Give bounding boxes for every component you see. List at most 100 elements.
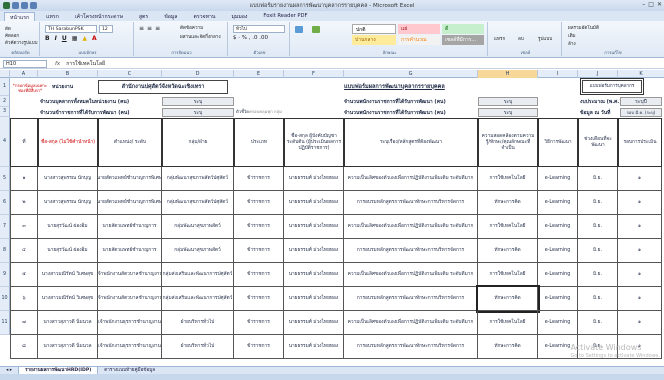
table-cell-method[interactable]: e-Learning — [538, 311, 578, 335]
conditional-format-icon[interactable] — [295, 26, 303, 33]
col-header-d[interactable]: D — [162, 70, 234, 78]
table-cell-round[interactable]: ๑ — [618, 191, 662, 215]
table-cell-group[interactable]: ฝ่ายบริหารทั่วไป — [162, 311, 234, 335]
table-cell-pos[interactable]: นายสัตวแพทย์ชำนาญการ — [98, 215, 162, 239]
table-cell-round[interactable]: ๑ — [618, 287, 662, 311]
style-check-cell[interactable]: เซลล์ที่มีการ... — [442, 35, 484, 45]
table-cell-no[interactable]: ๗ — [10, 311, 38, 335]
align-middle-icon[interactable]: ≡ — [147, 25, 152, 32]
table-cell-name[interactable]: นายสุรวัฒน์ ผ่องอิ่ม — [38, 239, 98, 263]
table-cell-boss[interactable]: นายธรรมศ์ ม่วงไทยทอง — [284, 287, 344, 311]
table-cell-method[interactable]: e-Learning — [538, 215, 578, 239]
table-cell-boss[interactable]: นายธรรมศ์ ม่วงไทยทอง — [284, 191, 344, 215]
bold-icon[interactable]: B — [45, 35, 50, 42]
table-cell-month[interactable]: มิ.ย. — [578, 287, 618, 311]
table-cell-method[interactable]: e-Learning — [538, 191, 578, 215]
col-header-g[interactable]: G — [344, 70, 478, 78]
fill-color-icon[interactable]: ▲ — [82, 35, 87, 42]
borders-icon[interactable]: ▦ — [72, 35, 78, 42]
budget-value[interactable]: ระบุปี — [620, 97, 662, 106]
table-cell-round[interactable]: ๑ — [618, 311, 662, 335]
table-cell-month[interactable]: มิ.ย. — [578, 215, 618, 239]
table-cell-fit[interactable]: ทักษะการคิด — [476, 285, 540, 313]
fill-value[interactable]: ระบุ — [478, 108, 538, 117]
table-cell-no[interactable]: ๔ — [10, 239, 38, 263]
table-cell-boss[interactable]: นายธรรมศ์ ม่วงไทยทอง — [284, 239, 344, 263]
table-cell-group[interactable]: กลุ่มพัฒนาสุขภาพสัตว์ — [162, 239, 234, 263]
table-cell-type[interactable]: ข้าราชการ — [234, 335, 284, 359]
font-name-box[interactable]: TH SarabunPSK — [45, 25, 97, 33]
table-cell-fit[interactable]: การใช้เทคโนโลยี — [478, 167, 538, 191]
row-header[interactable]: 8 — [0, 239, 10, 263]
table-cell-course[interactable]: ความเป็นเลิศของตัวเองเพื่อการปฏิบัติงานเ… — [344, 311, 478, 335]
table-cell-name[interactable]: นางสาวมณีรัตน์ วิเศษสุข — [38, 263, 98, 287]
table-cell-boss[interactable]: นายธรรมศ์ ม่วงไทยทอง — [284, 263, 344, 287]
copy-button[interactable]: คัดลอก — [5, 32, 19, 39]
style-calculation[interactable]: การคำนวณ — [398, 35, 440, 45]
table-cell-type[interactable]: ข้าราชการ — [234, 311, 284, 335]
col-header-k[interactable]: K — [618, 70, 664, 78]
col-header-c[interactable]: C — [98, 70, 162, 78]
table-cell-pos[interactable]: เจ้าพนักงานธุรการชำนาญงาน — [98, 335, 162, 359]
italic-icon[interactable]: I — [55, 35, 57, 42]
tab-home[interactable]: หน้าแรก — [4, 12, 36, 21]
align-bottom-icon[interactable]: ≡ — [155, 25, 160, 32]
agency-value[interactable]: สำนักงานปศุสัตว์จังหวัดฉะเชิงเทรา — [98, 80, 228, 94]
col-header-b[interactable]: B — [38, 70, 98, 78]
merge-center-button[interactable]: ผสานและจัดกึ่งกลาง — [180, 34, 221, 41]
table-cell-method[interactable]: e-Learning — [538, 263, 578, 287]
table-cell-pos[interactable]: นายสัตวแพทย์ชำนาญการพิเศษ — [98, 191, 162, 215]
font-size-box[interactable]: 12 — [99, 25, 113, 33]
autosum-button[interactable]: ผลรวมอัตโนมัติ — [568, 25, 599, 32]
formula-input[interactable]: การใช้เทคโนโลยี — [66, 60, 105, 68]
table-cell-course[interactable]: ความเป็นเลิศของตัวเองเพื่อการปฏิบัติงานเ… — [344, 167, 478, 191]
table-cell-course[interactable]: ความเป็นเลิศของตัวเองเพื่อการปฏิบัติงานเ… — [344, 263, 478, 287]
table-cell-pos[interactable]: เจ้าพนักงานธุรการชำนาญงาน — [98, 311, 162, 335]
maximize-button[interactable]: □ — [648, 1, 654, 8]
clear-button[interactable]: ล้าง — [568, 41, 576, 48]
table-cell-fit[interactable]: ทักษะการคิด — [478, 239, 538, 263]
table-cell-month[interactable]: มิ.ย. — [578, 191, 618, 215]
table-cell-round[interactable]: ๑ — [618, 263, 662, 287]
row-header[interactable]: 10 — [0, 287, 10, 311]
align-top-icon[interactable]: ≡ — [139, 25, 144, 32]
style-normal[interactable]: ปกติ — [352, 24, 396, 34]
table-cell-fit[interactable]: ทักษะการคิด — [478, 191, 538, 215]
fill-button[interactable]: เติม — [568, 33, 576, 40]
format-table-icon[interactable] — [312, 26, 320, 33]
table-cell-group[interactable]: กลุ่มพัฒนาสุขภาพสัตว์ — [162, 215, 234, 239]
table-cell-group[interactable]: กลุ่มพัฒนาสุขภาพสัตว์ปศุสัตว์ — [162, 191, 234, 215]
tab-foxit[interactable]: Foxit Reader PDF — [258, 12, 312, 21]
cut-button[interactable]: ตัด — [5, 25, 11, 32]
fx-icon[interactable]: fx — [55, 61, 60, 67]
table-cell-round[interactable]: ๑ — [618, 215, 662, 239]
table-cell-type[interactable]: ข้าราชการ — [234, 167, 284, 191]
table-cell-name[interactable]: นางสาวสุภาวดี นิ่มนวล — [38, 311, 98, 335]
table-cell-no[interactable]: ๖ — [10, 287, 38, 311]
row-header[interactable]: 5 — [0, 167, 10, 191]
wrap-text-button[interactable]: ตัดข้อความ — [180, 25, 203, 32]
table-cell-name[interactable]: นางสาวสุพรรณ นักบุญ — [38, 167, 98, 191]
table-cell-no[interactable]: ๘ — [10, 335, 38, 359]
table-cell-type[interactable]: ข้าราชการ — [234, 215, 284, 239]
table-cell-boss[interactable]: นายธรรมศ์ ม่วงไทยทอง — [284, 311, 344, 335]
tab-formulas[interactable]: สูตร — [134, 12, 153, 21]
table-cell-name[interactable]: นางสาวมณีรัตน์ วิเศษสุข — [38, 287, 98, 311]
total-persons-value[interactable]: ระบุ — [162, 108, 234, 117]
col-header-i[interactable]: I — [538, 70, 578, 78]
tab-page-layout[interactable]: เค้าโครงหน้ากระดาษ — [70, 12, 128, 21]
row-header[interactable]: 2 — [0, 96, 10, 107]
tab-insert[interactable]: แทรก — [41, 12, 64, 21]
style-bad[interactable]: แย่ — [398, 24, 440, 34]
select-all-corner[interactable] — [0, 70, 10, 78]
font-color-icon[interactable]: A — [92, 35, 97, 42]
table-cell-group[interactable]: ฝ่ายบริหารทั่วไป — [162, 335, 234, 359]
name-box[interactable]: H10 — [3, 59, 47, 68]
table-cell-boss[interactable]: นายธรรมศ์ ม่วงไทยทอง — [284, 167, 344, 191]
row-header[interactable]: 11 — [0, 311, 10, 335]
row-header[interactable]: 3 — [0, 107, 10, 117]
row-header[interactable]: 9 — [0, 263, 10, 287]
table-cell-boss[interactable]: นายธรรมศ์ ม่วงไทยทอง — [284, 215, 344, 239]
table-cell-type[interactable]: ข้าราชการ — [234, 239, 284, 263]
recorder-value[interactable]: รอบ มี.ค. (ระบุ) — [620, 108, 662, 117]
